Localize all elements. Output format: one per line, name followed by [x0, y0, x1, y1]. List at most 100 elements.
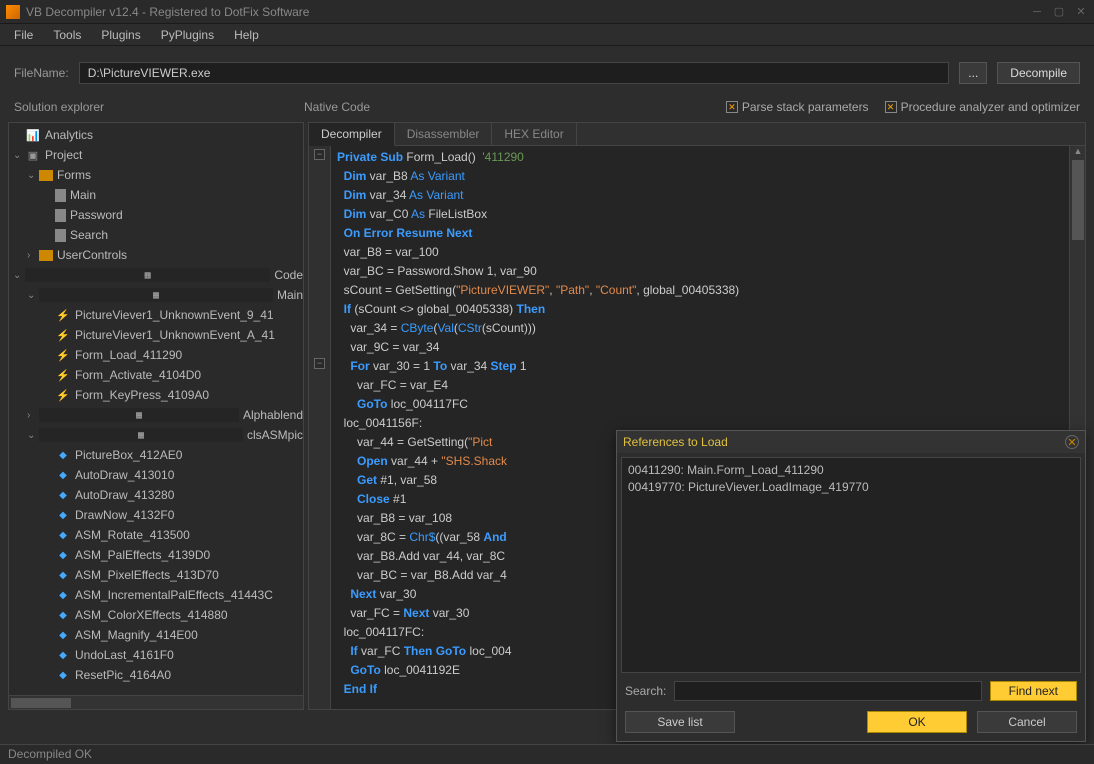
method-icon: ◆: [55, 588, 71, 602]
tree-item[interactable]: ◆DrawNow_4132F0: [9, 505, 303, 525]
tree-item[interactable]: ◆ ASM_IncrementalPalEffects_41443C: [9, 585, 303, 605]
menu-pyplugins[interactable]: PyPlugins: [151, 26, 224, 44]
tree-item[interactable]: ◆AutoDraw_413280: [9, 485, 303, 505]
scroll-up-icon[interactable]: ▲: [1072, 146, 1084, 158]
parse-stack-label: Parse stack parameters: [742, 100, 869, 114]
menu-plugins[interactable]: Plugins: [91, 26, 150, 44]
folder-icon: [39, 250, 53, 261]
scrollbar-thumb[interactable]: [11, 698, 71, 708]
tree-item[interactable]: ›UserControls: [9, 245, 303, 265]
tree-item[interactable]: ◆ASM_ColorXEffects_414880: [9, 605, 303, 625]
bolt-icon: ⚡: [55, 328, 71, 342]
statusbar: Decompiled OK: [0, 744, 1094, 764]
tree-item-label: UndoLast_4161F0: [75, 648, 174, 662]
tree-item[interactable]: ⚡Form_Activate_4104D0: [9, 365, 303, 385]
tree-item[interactable]: ◆ResetPic_4164A0: [9, 665, 303, 685]
code-tabs: Decompiler Disassembler HEX Editor: [309, 123, 1085, 146]
tab-decompiler[interactable]: Decompiler: [309, 123, 395, 146]
fold-icon[interactable]: −: [314, 149, 325, 160]
dialog-search-row: Search: Find next: [617, 677, 1085, 705]
tree-item[interactable]: ◆ASM_Magnify_414E00: [9, 625, 303, 645]
menu-file[interactable]: File: [4, 26, 43, 44]
minimize-button[interactable]: ─: [1030, 5, 1044, 19]
tree-item-label: Form_KeyPress_4109A0: [75, 388, 209, 402]
tree-item[interactable]: ◆AutoDraw_413010: [9, 465, 303, 485]
tree-item[interactable]: ⌄▦ Main: [9, 285, 303, 305]
tab-hex-editor[interactable]: HEX Editor: [492, 123, 576, 145]
tree-item-label: Main: [277, 288, 303, 302]
parse-stack-checkbox[interactable]: ✕ Parse stack parameters: [726, 100, 869, 114]
maximize-button[interactable]: ▢: [1052, 5, 1066, 19]
tree-arrow-icon: ⌄: [27, 430, 39, 441]
tree-horizontal-scrollbar[interactable]: [9, 695, 303, 709]
tree-item[interactable]: ◆ASM_Rotate_413500: [9, 525, 303, 545]
ok-button[interactable]: OK: [867, 711, 967, 733]
search-label: Search:: [625, 684, 666, 698]
filename-bar: FileName: ... Decompile: [0, 46, 1094, 96]
tree-item-label: ASM_IncrementalPalEffects_41443C: [75, 588, 273, 602]
cancel-button[interactable]: Cancel: [977, 711, 1077, 733]
code-icon: ▦: [39, 428, 243, 442]
section-header-row: Solution explorer Native Code ✕ Parse st…: [0, 96, 1094, 122]
tree-item[interactable]: ⚡Form_KeyPress_4109A0: [9, 385, 303, 405]
method-icon: ◆: [55, 448, 71, 462]
tree-item-label: AutoDraw_413010: [75, 468, 174, 482]
tree-item[interactable]: ⌄▦clsASMpic: [9, 425, 303, 445]
tree-item[interactable]: ›▦Alphablend: [9, 405, 303, 425]
find-next-button[interactable]: Find next: [990, 681, 1077, 701]
references-list[interactable]: 00411290: Main.Form_Load_41129000419770:…: [621, 457, 1081, 673]
tree-item[interactable]: ⌄Forms: [9, 165, 303, 185]
tree-item-label: Form_Activate_4104D0: [75, 368, 201, 382]
scrollbar-thumb[interactable]: [1072, 160, 1084, 240]
save-list-button[interactable]: Save list: [625, 711, 735, 733]
tree-arrow-icon: ⌄: [13, 270, 25, 281]
tree-item[interactable]: Main: [9, 185, 303, 205]
procedure-analyzer-checkbox[interactable]: ✕ Procedure analyzer and optimizer: [885, 100, 1080, 114]
tree-item[interactable]: ⌄▣Project: [9, 145, 303, 165]
dialog-titlebar[interactable]: References to Load ✕: [617, 431, 1085, 453]
tree-item[interactable]: ⚡ PictureViever1_UnknownEvent_A_41: [9, 325, 303, 345]
tree-item-label: DrawNow_4132F0: [75, 508, 174, 522]
menu-tools[interactable]: Tools: [43, 26, 91, 44]
browse-button[interactable]: ...: [959, 62, 987, 84]
tree-item[interactable]: Search: [9, 225, 303, 245]
folder-icon: [39, 170, 53, 181]
filename-label: FileName:: [14, 66, 69, 80]
tree-item[interactable]: ⚡Form_Load_411290: [9, 345, 303, 365]
fold-icon[interactable]: −: [314, 358, 325, 369]
search-input[interactable]: [674, 681, 981, 701]
filename-input[interactable]: [79, 62, 950, 84]
tree-item[interactable]: ⚡PictureViever1_UnknownEvent_9_41: [9, 305, 303, 325]
tree-item[interactable]: Password: [9, 205, 303, 225]
code-icon: ▦: [39, 408, 239, 422]
tree-arrow-icon: ⌄: [13, 150, 25, 161]
status-text: Decompiled OK: [8, 747, 92, 761]
tree-item[interactable]: ◆ASM_PixelEffects_413D70: [9, 565, 303, 585]
reference-item[interactable]: 00419770: PictureViever.LoadImage_419770: [628, 479, 1074, 496]
dialog-close-icon[interactable]: ✕: [1065, 435, 1079, 449]
tree-item[interactable]: ◆ASM_PalEffects_4139D0: [9, 545, 303, 565]
tree-item-label: Password: [70, 208, 123, 222]
bolt-icon: ⚡: [55, 308, 71, 322]
tree-arrow-icon: ›: [27, 250, 39, 261]
menu-help[interactable]: Help: [224, 26, 269, 44]
tree-item[interactable]: ◆PictureBox_412AE0: [9, 445, 303, 465]
bolt-icon: ⚡: [55, 348, 71, 362]
tree-item[interactable]: 📊Analytics: [9, 125, 303, 145]
project-icon: ▣: [25, 148, 41, 162]
tree-arrow-icon: ›: [27, 410, 39, 421]
close-button[interactable]: ✕: [1074, 5, 1088, 19]
tree-item[interactable]: ⌄▦Code: [9, 265, 303, 285]
code-icon: ▦: [39, 288, 273, 302]
tree-item-label: PictureViever1_UnknownEvent_A_41: [75, 328, 275, 342]
tab-disassembler[interactable]: Disassembler: [395, 123, 493, 145]
tree-item-label: AutoDraw_413280: [75, 488, 174, 502]
code-gutter[interactable]: − −: [309, 146, 331, 709]
tree-item[interactable]: ◆UndoLast_4161F0: [9, 645, 303, 665]
solution-tree[interactable]: 📊Analytics⌄▣Project⌄FormsMainPasswordSea…: [9, 123, 303, 695]
decompile-button[interactable]: Decompile: [997, 62, 1080, 84]
tree-item-label: Code: [274, 268, 303, 282]
solution-explorer-label: Solution explorer: [14, 100, 304, 114]
reference-item[interactable]: 00411290: Main.Form_Load_411290: [628, 462, 1074, 479]
tree-arrow-icon: ⌄: [27, 290, 39, 301]
